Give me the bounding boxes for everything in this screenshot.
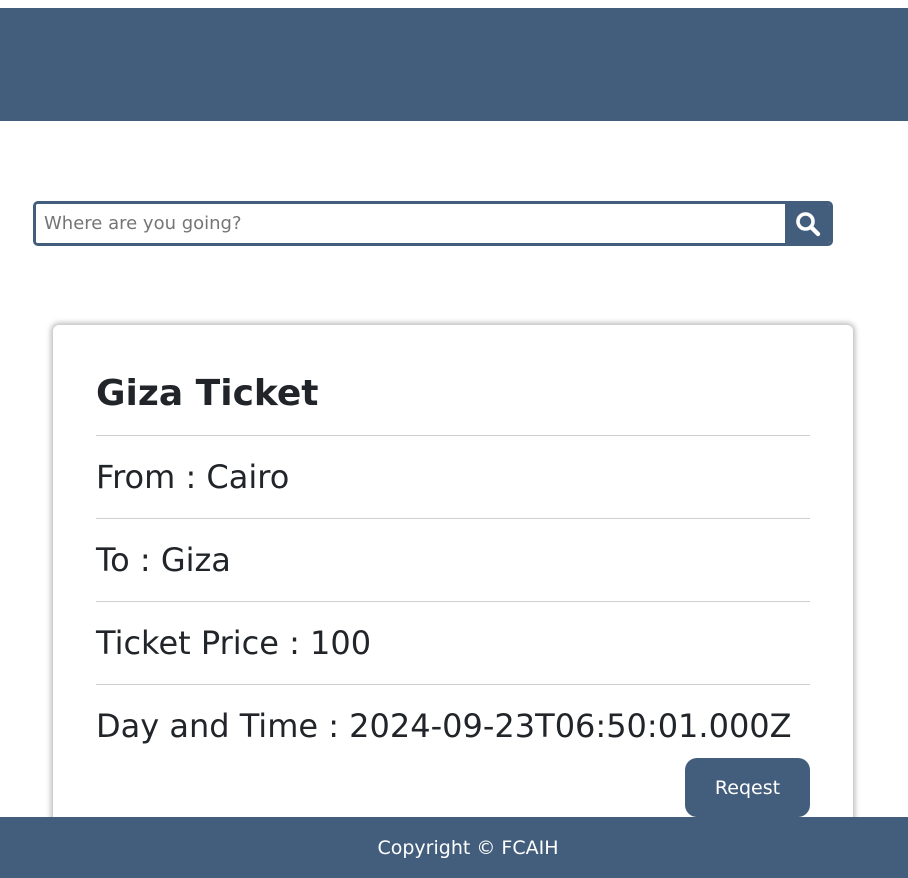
ticket-day-time: Day and Time : 2024-09-23T06:50:01.000Z bbox=[96, 707, 792, 745]
search-input[interactable] bbox=[36, 204, 785, 243]
ticket-from: From : Cairo bbox=[96, 458, 290, 496]
ticket-to: To : Giza bbox=[96, 541, 231, 579]
ticket-card: Giza Ticket From : Cairo To : Giza Ticke… bbox=[53, 325, 853, 878]
ticket-title: Giza Ticket bbox=[96, 373, 319, 414]
navbar bbox=[0, 8, 908, 121]
footer: Copyright © FCAIH bbox=[0, 817, 908, 878]
top-strip bbox=[0, 0, 908, 8]
search-icon bbox=[795, 211, 821, 237]
request-button[interactable]: Reqest bbox=[685, 758, 810, 817]
footer-copyright: Copyright © FCAIH bbox=[377, 836, 559, 859]
page: Giza Ticket From : Cairo To : Giza Ticke… bbox=[0, 0, 908, 878]
ticket-price: Ticket Price : 100 bbox=[96, 624, 372, 662]
search-bar bbox=[33, 201, 833, 246]
search-button[interactable] bbox=[785, 204, 830, 243]
